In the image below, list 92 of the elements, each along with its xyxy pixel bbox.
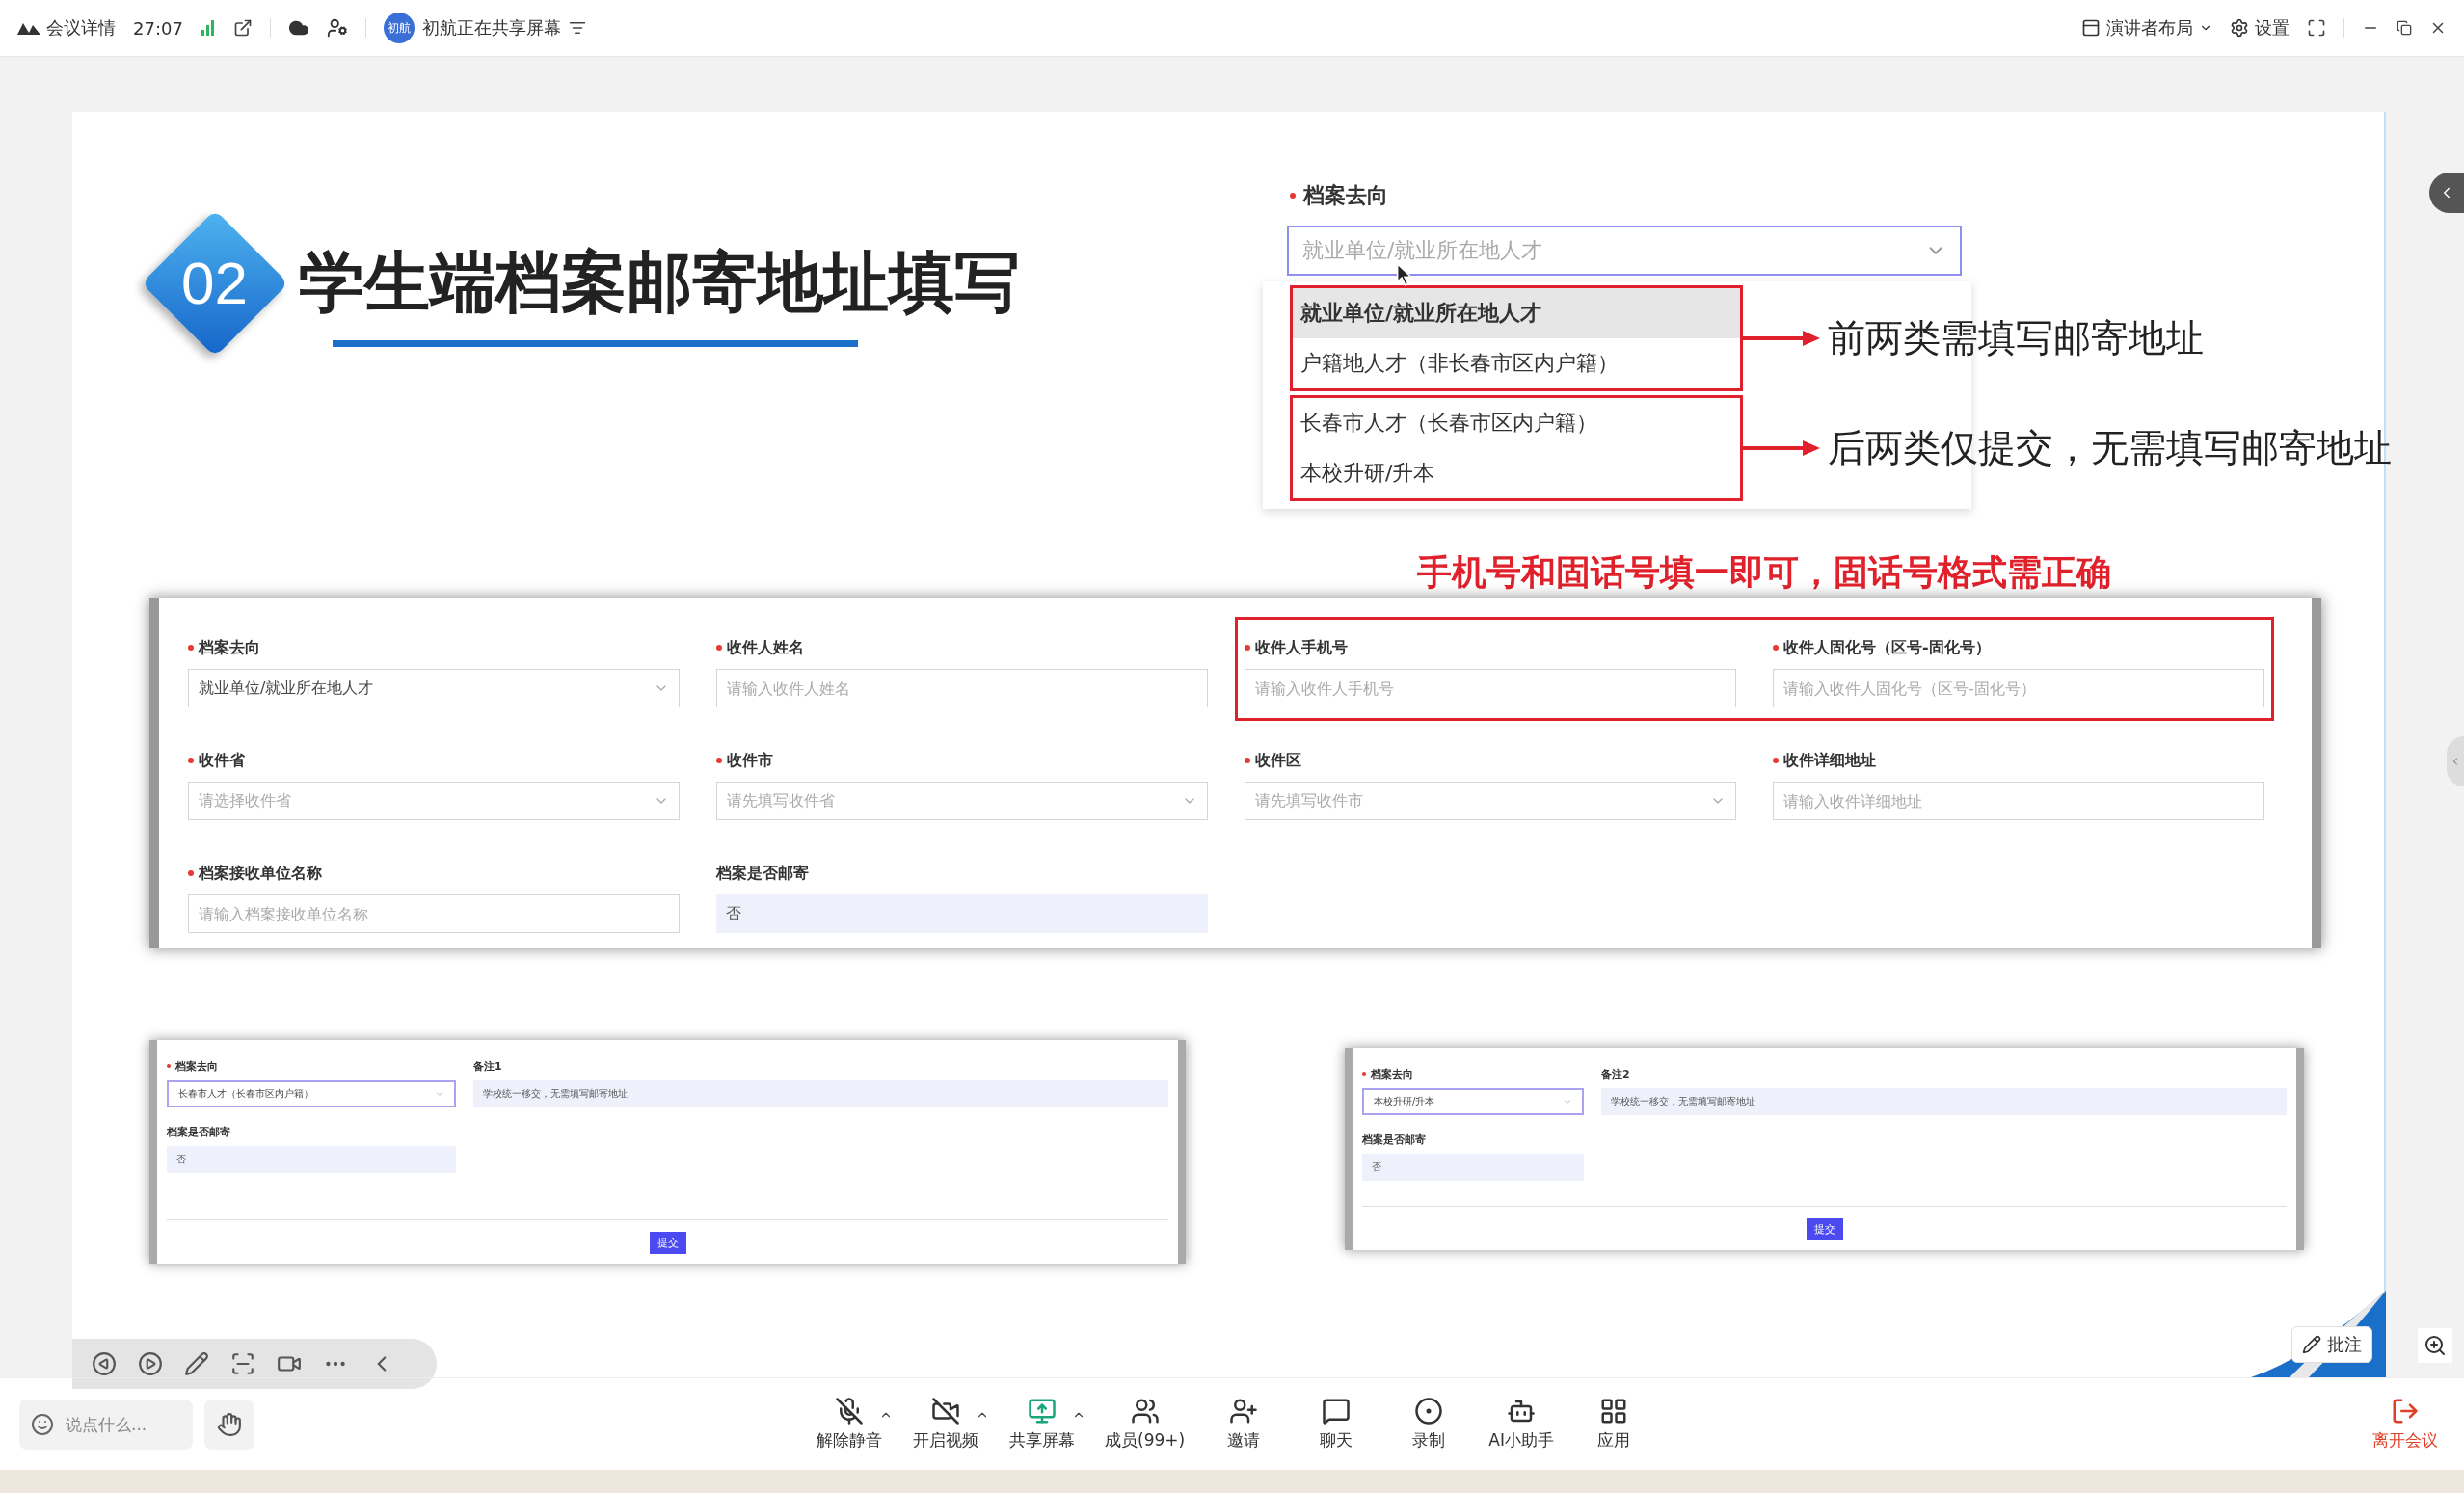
menu-icon[interactable] [568,19,586,37]
annotation-text: 后两类仅提交，无需填写邮寄地址 [1828,425,2392,471]
select-field[interactable]: 长春市人才（长春市区内户籍） [167,1080,456,1107]
field-label: 收件省 [199,750,245,771]
toolbar-button[interactable]: 录制 [1389,1397,1469,1452]
screen-share-icon [1028,1397,1057,1426]
annotation-text: 前两类需填写邮寄地址 [1828,315,2204,361]
field-label: 收件人固化号（区号-固化号） [1783,637,1991,658]
select-field[interactable]: 本校升研/升本 [1362,1088,1584,1115]
message-input[interactable]: 说点什么... [64,1413,174,1435]
field-label: 收件区 [1255,750,1301,771]
meeting-duration: 27:07 [133,17,183,39]
input-field[interactable]: 请输入收件人姓名 [716,669,1208,707]
avatar: 初航 [383,13,415,43]
dropdown-option[interactable]: 户籍地人才（非长春市区内户籍） [1293,338,1740,388]
chevron-down-icon [1563,1097,1572,1106]
restore-icon[interactable] [2397,20,2412,36]
pen-icon[interactable] [184,1351,209,1376]
readonly-field: 否 [716,894,1208,933]
exit-icon [2391,1397,2420,1426]
dropdown-option[interactable]: 长春市人才（长春市区内户籍） [1293,398,1740,448]
select-field[interactable]: 就业单位/就业所在地人才 [188,669,680,707]
field-label: 档案去向 [1371,1066,1413,1081]
toolbar-button[interactable]: 邀请 [1204,1397,1284,1452]
field-label: 备注1 [473,1058,502,1074]
sharing-status: 初航正在共享屏幕 [421,16,561,40]
toolbar-button[interactable]: 共享屏幕 [1003,1397,1082,1452]
field-label: 备注2 [1601,1066,1630,1081]
toolbar-button[interactable]: 聊天 [1297,1397,1377,1452]
fullscreen-icon[interactable] [2307,18,2326,38]
logo-icon [17,21,40,35]
readonly-field: 否 [1362,1154,1584,1181]
user-settings-icon[interactable] [326,17,348,39]
message-field[interactable]: 说点什么... [19,1399,193,1450]
submit-button[interactable]: 提交 [649,1232,686,1254]
record-icon [1414,1397,1444,1426]
meeting-info-button[interactable]: 会议详情 [46,16,116,40]
input-field[interactable]: 请输入收件详细地址 [1773,782,2264,820]
previous-icon[interactable] [92,1351,117,1376]
layout-menu-button[interactable]: 演讲者布局 [2081,16,2212,40]
required-mark-icon [1362,1072,1366,1076]
field-label: 档案去向 [175,1058,218,1074]
smiley-icon[interactable] [31,1412,54,1436]
submit-button[interactable]: 提交 [1806,1218,1843,1240]
field-label: 收件详细地址 [1783,750,1876,771]
signal-icon [200,20,216,36]
input-field[interactable]: 请输入档案接收单位名称 [188,894,680,933]
microphone-muted-icon [835,1397,864,1426]
layout-icon [2081,18,2101,38]
annotation-text: 手机号和固话号填一即可，固话号格式需正确 [1417,552,2111,592]
dropdown-option[interactable]: 本校升研/升本 [1293,448,1740,498]
field-label: 收件市 [727,750,773,771]
readonly-field: 学校统一移交，无需填写邮寄地址 [1601,1088,2287,1115]
toolbar-button[interactable]: 成员(99+) [1099,1397,1192,1452]
field-label: 收件人手机号 [1255,637,1348,658]
field-label: 收件人姓名 [727,637,804,658]
zoom-in-icon [2424,1334,2447,1357]
hand-icon [217,1411,242,1437]
readonly-field: 学校统一移交，无需填写邮寄地址 [473,1080,1168,1107]
pen-icon [2302,1335,2321,1354]
chevron-down-icon [435,1089,444,1099]
next-icon[interactable] [138,1351,163,1376]
external-link-icon[interactable] [232,18,253,38]
toolbar-button[interactable]: 解除静音 [810,1397,889,1452]
collapse-tab[interactable] [2429,173,2464,213]
settings-button[interactable]: 设置 [2230,16,2290,40]
settings-icon [2230,18,2249,38]
toolbar-button[interactable]: 应用 [1574,1397,1654,1452]
readonly-field: 否 [167,1146,456,1173]
slide-title: 学生端档案邮寄地址填写 [299,243,1020,322]
required-mark-icon [167,1064,171,1068]
people-icon [1130,1397,1160,1426]
input-field[interactable]: 请输入收件人手机号 [1245,669,1736,707]
screenshot-icon[interactable] [230,1351,255,1376]
chat-icon [1322,1397,1352,1426]
raise-hand-button[interactable] [204,1399,254,1450]
leave-meeting-button[interactable]: 离开会议 [2366,1397,2445,1452]
field-label: 档案去向 [199,637,260,658]
camera-off-icon [931,1397,960,1426]
input-field[interactable]: 请输入收件人固化号（区号-固化号） [1773,669,2264,707]
toolbar-button[interactable]: 开启视频 [906,1397,985,1452]
field-label: 档案去向 [1303,182,1388,209]
zoom-in-button[interactable] [2418,1328,2452,1363]
field-label: 档案接收单位名称 [199,863,322,884]
grid-icon [1599,1397,1629,1426]
toolbar-button[interactable]: AI小助手 [1482,1397,1562,1452]
dropdown-option[interactable]: 就业单位/就业所在地人才 [1293,288,1740,338]
field-label: 档案是否邮寄 [716,863,809,884]
field-label: 档案是否邮寄 [1362,1132,1426,1147]
add-person-icon [1229,1397,1259,1426]
annotate-button[interactable]: 批注 [2291,1326,2372,1363]
field-label: 档案是否邮寄 [167,1124,230,1139]
